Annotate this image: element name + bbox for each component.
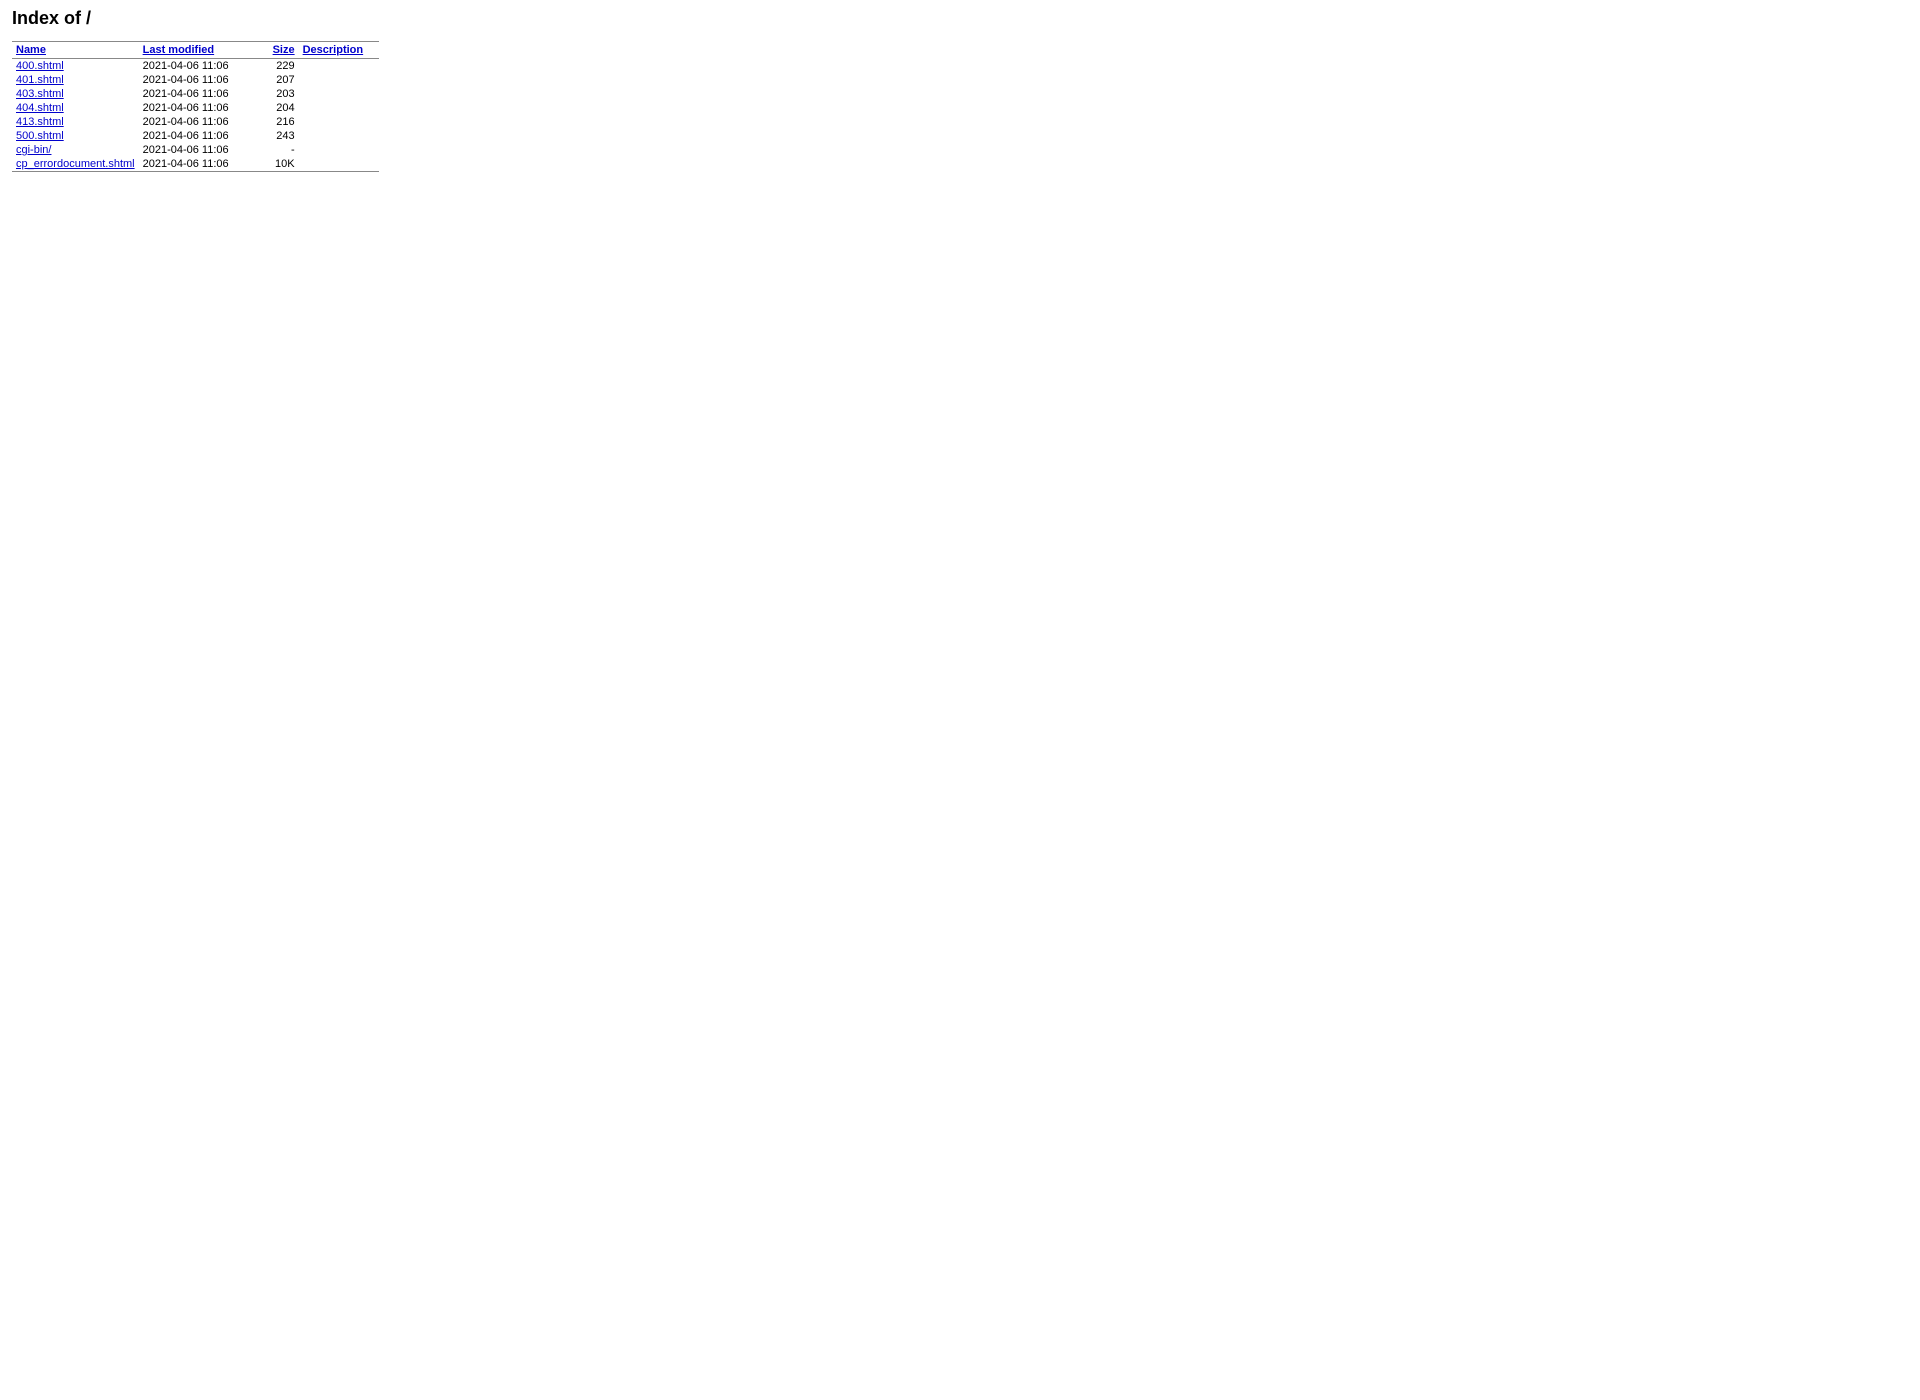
file-modified-cell: 2021-04-06 11:06 — [139, 73, 259, 87]
table-row: 500.shtml 2021-04-06 11:06243 — [12, 129, 379, 143]
file-name-cell: cp_errordocument.shtml — [12, 157, 139, 172]
file-link[interactable]: 500.shtml — [16, 130, 64, 142]
file-link[interactable]: 400.shtml — [16, 60, 64, 72]
file-name-cell: 500.shtml — [12, 129, 139, 143]
file-size-cell: 204 — [259, 101, 299, 115]
file-modified-cell: 2021-04-06 11:06 — [139, 157, 259, 172]
file-link[interactable]: cp_errordocument.shtml — [16, 158, 135, 170]
file-modified-cell: 2021-04-06 11:06 — [139, 59, 259, 74]
file-size-cell: 10K — [259, 157, 299, 172]
file-name-cell: 400.shtml — [12, 59, 139, 74]
file-size-cell: - — [259, 143, 299, 157]
file-name-cell: 413.shtml — [12, 115, 139, 129]
file-link[interactable]: 403.shtml — [16, 88, 64, 100]
file-link[interactable]: cgi-bin/ — [16, 144, 51, 156]
file-description-cell — [299, 115, 379, 129]
file-description-cell — [299, 157, 379, 172]
table-row: 400.shtml 2021-04-06 11:06229 — [12, 59, 379, 74]
file-name-cell: 403.shtml — [12, 87, 139, 101]
file-modified-cell: 2021-04-06 11:06 — [139, 101, 259, 115]
table-row: 413.shtml 2021-04-06 11:06216 — [12, 115, 379, 129]
file-description-cell — [299, 129, 379, 143]
file-size-cell: 207 — [259, 73, 299, 87]
file-description-cell — [299, 59, 379, 74]
file-modified-cell: 2021-04-06 11:06 — [139, 87, 259, 101]
file-link[interactable]: 413.shtml — [16, 116, 64, 128]
table-header-row: Name Last modified Size Description — [12, 42, 379, 59]
file-size-cell: 216 — [259, 115, 299, 129]
file-size-cell: 203 — [259, 87, 299, 101]
column-header-description[interactable]: Description — [299, 42, 379, 59]
file-link[interactable]: 404.shtml — [16, 102, 64, 114]
file-name-cell: 401.shtml — [12, 73, 139, 87]
file-listing-table: Name Last modified Size Description 400.… — [12, 41, 379, 172]
file-modified-cell: 2021-04-06 11:06 — [139, 143, 259, 157]
file-name-cell: 404.shtml — [12, 101, 139, 115]
description-sort-link[interactable]: Description — [303, 44, 364, 56]
column-header-size[interactable]: Size — [259, 42, 299, 59]
column-header-modified[interactable]: Last modified — [139, 42, 259, 59]
modified-sort-link[interactable]: Last modified — [143, 44, 215, 56]
file-description-cell — [299, 87, 379, 101]
table-row: 404.shtml 2021-04-06 11:06204 — [12, 101, 379, 115]
table-row: 401.shtml 2021-04-06 11:06207 — [12, 73, 379, 87]
page-title: Index of / — [12, 8, 1908, 29]
file-description-cell — [299, 143, 379, 157]
table-row: 403.shtml 2021-04-06 11:06203 — [12, 87, 379, 101]
file-modified-cell: 2021-04-06 11:06 — [139, 129, 259, 143]
file-size-cell: 229 — [259, 59, 299, 74]
column-header-name[interactable]: Name — [12, 42, 139, 59]
file-size-cell: 243 — [259, 129, 299, 143]
file-description-cell — [299, 73, 379, 87]
size-sort-link[interactable]: Size — [273, 44, 295, 56]
table-row: cp_errordocument.shtml 2021-04-06 11:0610… — [12, 157, 379, 172]
file-description-cell — [299, 101, 379, 115]
file-modified-cell: 2021-04-06 11:06 — [139, 115, 259, 129]
file-name-cell: cgi-bin/ — [12, 143, 139, 157]
table-row: cgi-bin/2021-04-06 11:06- — [12, 143, 379, 157]
name-sort-link[interactable]: Name — [16, 44, 46, 56]
file-link[interactable]: 401.shtml — [16, 74, 64, 86]
